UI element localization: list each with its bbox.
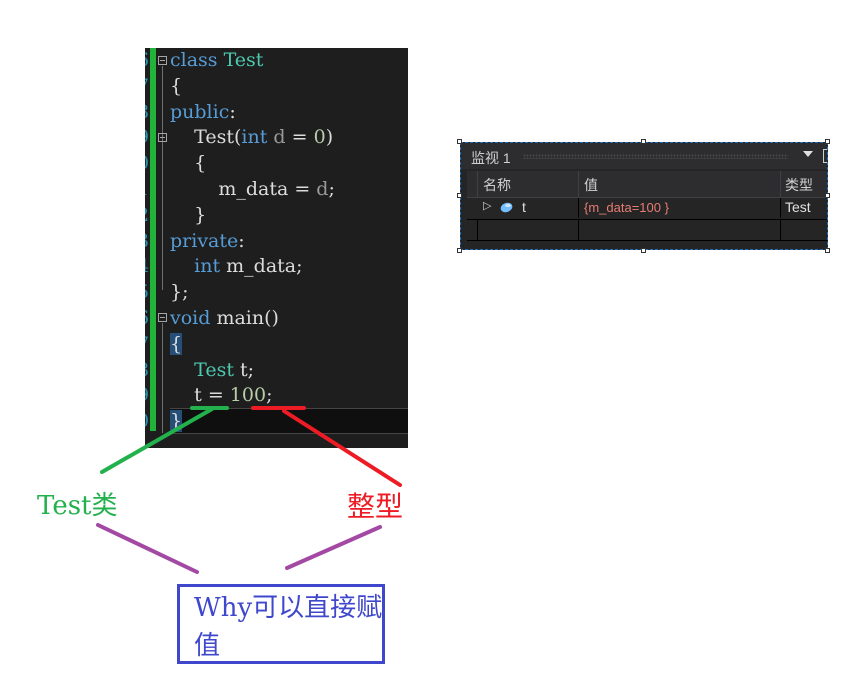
- question-text: Why可以直接赋值: [194, 593, 383, 661]
- arrow-purple-left: [96, 523, 199, 574]
- arrow-green: [100, 407, 214, 474]
- arrow-red: [282, 409, 402, 487]
- label-integer: 整型: [347, 490, 404, 523]
- question-box: Why可以直接赋值: [177, 584, 385, 664]
- annotation-lines: [96, 406, 402, 574]
- arrow-purple-right: [285, 525, 382, 570]
- label-test-class: Test类: [37, 491, 118, 521]
